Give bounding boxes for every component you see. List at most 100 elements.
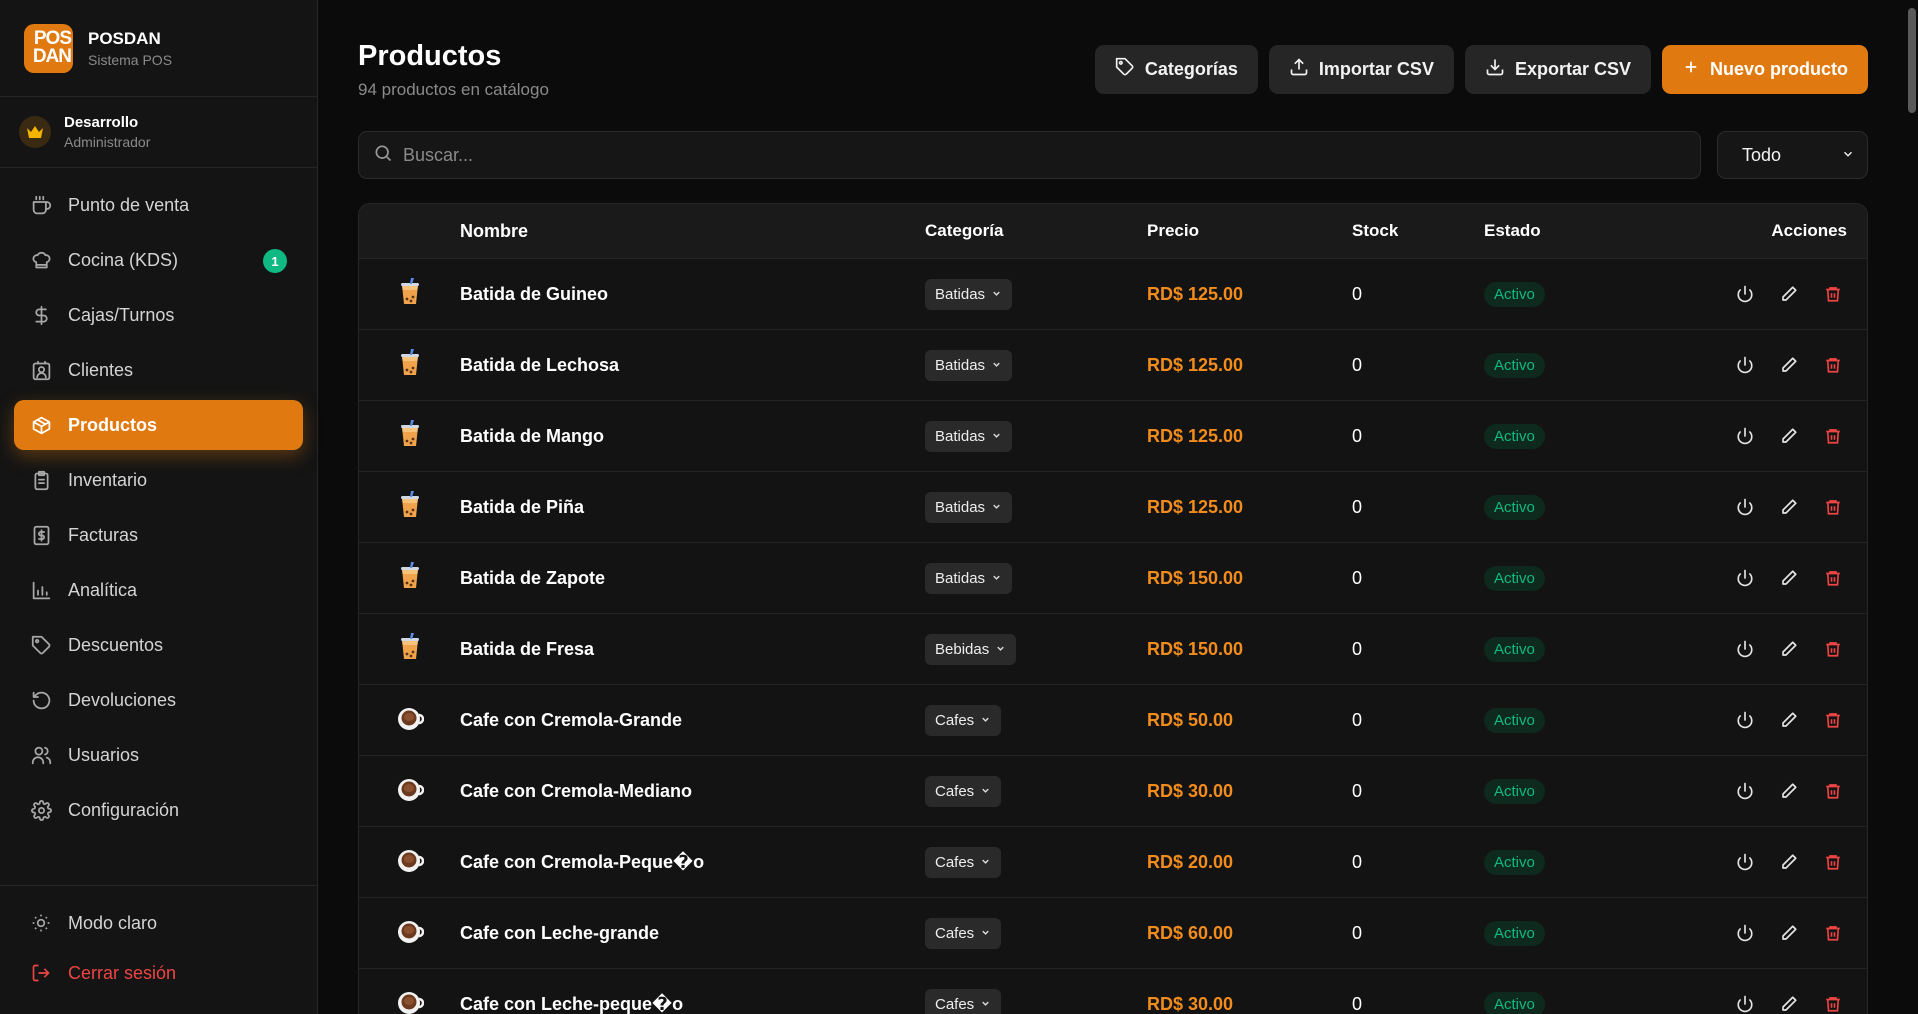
- col-header-price[interactable]: Precio: [1147, 221, 1352, 241]
- power-toggle-icon[interactable]: [1733, 637, 1757, 661]
- power-toggle-icon[interactable]: [1733, 566, 1757, 590]
- col-header-state[interactable]: Estado: [1484, 221, 1664, 241]
- category-dropdown[interactable]: Bebidas: [925, 633, 1017, 665]
- power-toggle-icon[interactable]: [1733, 708, 1757, 732]
- category-dropdown[interactable]: Batidas: [925, 491, 1013, 523]
- table-row[interactable]: Cafe con Cremola-Peque�o Cafes RD$ 20.00 0 A…: [359, 827, 1867, 898]
- sidebar-item-devoluciones[interactable]: Devoluciones: [14, 675, 303, 725]
- edit-pencil-icon[interactable]: [1777, 566, 1801, 590]
- sidebar-item-cocina-kds[interactable]: Cocina (KDS) 1: [14, 235, 303, 285]
- product-price: RD$ 20.00: [1147, 851, 1234, 872]
- edit-pencil-icon[interactable]: [1777, 495, 1801, 519]
- scrollbar-thumb[interactable]: [1908, 8, 1916, 113]
- power-toggle-icon[interactable]: [1733, 353, 1757, 377]
- trash-icon[interactable]: [1821, 495, 1845, 519]
- power-toggle-icon[interactable]: [1733, 424, 1757, 448]
- edit-pencil-icon[interactable]: [1777, 850, 1801, 874]
- table-row[interactable]: Batida de Guineo Batidas RD$ 125.00 0 Activo: [359, 259, 1867, 330]
- table-row[interactable]: Cafe con Cremola-Mediano Cafes RD$ 30.00 0 A…: [359, 756, 1867, 827]
- gear-icon: [30, 799, 52, 821]
- edit-pencil-icon[interactable]: [1777, 708, 1801, 732]
- table-row[interactable]: Batida de Lechosa Batidas RD$ 125.00 0 Activ…: [359, 330, 1867, 401]
- power-toggle-icon[interactable]: [1733, 779, 1757, 803]
- trash-icon[interactable]: [1821, 850, 1845, 874]
- sidebar-item-analitica[interactable]: Analítica: [14, 565, 303, 615]
- sidebar-item-descuentos[interactable]: Descuentos: [14, 620, 303, 670]
- chevron-down-icon: [980, 854, 991, 871]
- table-row[interactable]: Batida de Fresa Bebidas RD$ 150.00 0 Activo: [359, 614, 1867, 685]
- power-toggle-icon[interactable]: [1733, 992, 1757, 1014]
- table-body: Batida de Guineo Batidas RD$ 125.00 0 Activo…: [359, 259, 1867, 1014]
- import-csv-button[interactable]: Importar CSV: [1268, 45, 1454, 94]
- sidebar-item-label: Cajas/Turnos: [68, 304, 175, 325]
- col-header-stock[interactable]: Stock: [1352, 221, 1484, 241]
- trash-icon[interactable]: [1821, 921, 1845, 945]
- theme-toggle-button[interactable]: Modo claro: [14, 900, 303, 946]
- sidebar-item-inventario[interactable]: Inventario: [14, 455, 303, 505]
- edit-pencil-icon[interactable]: [1777, 921, 1801, 945]
- table-row[interactable]: Cafe con Cremola-Grande Cafes RD$ 50.00 0 Ac…: [359, 685, 1867, 756]
- trash-icon[interactable]: [1821, 779, 1845, 803]
- edit-pencil-icon[interactable]: [1777, 637, 1801, 661]
- power-toggle-icon[interactable]: [1733, 921, 1757, 945]
- category-dropdown[interactable]: Batidas: [925, 562, 1013, 594]
- table-row[interactable]: Cafe con Leche-peque�o Cafes RD$ 30.00 0 Act…: [359, 969, 1867, 1014]
- status-badge: Activo: [1484, 565, 1545, 591]
- sidebar-item-punto-de-venta[interactable]: Punto de venta: [14, 180, 303, 230]
- status-badge: Activo: [1484, 494, 1545, 520]
- edit-pencil-icon[interactable]: [1777, 992, 1801, 1014]
- categories-button[interactable]: Categorías: [1094, 45, 1258, 94]
- status-filter-select[interactable]: Todo: [1717, 131, 1868, 179]
- category-label: Cafes: [935, 782, 975, 800]
- chevron-down-icon: [991, 286, 1002, 303]
- edit-pencil-icon[interactable]: [1777, 779, 1801, 803]
- power-toggle-icon[interactable]: [1733, 850, 1757, 874]
- category-dropdown[interactable]: Cafes: [925, 846, 1002, 878]
- table-row[interactable]: Batida de Zapote Batidas RD$ 150.00 0 Activo: [359, 543, 1867, 614]
- power-toggle-icon[interactable]: [1733, 495, 1757, 519]
- col-header-category[interactable]: Categoría: [925, 221, 1147, 241]
- export-csv-button[interactable]: Exportar CSV: [1464, 45, 1651, 94]
- sidebar: POS DAN POSDAN Sistema POS Desarrollo Ad…: [0, 0, 318, 1014]
- page-scrollbar[interactable]: [1906, 0, 1918, 1014]
- sidebar-item-usuarios[interactable]: Usuarios: [14, 730, 303, 780]
- category-dropdown[interactable]: Cafes: [925, 775, 1002, 807]
- sidebar-item-clientes[interactable]: Clientes: [14, 345, 303, 395]
- category-dropdown[interactable]: Batidas: [925, 349, 1013, 381]
- status-badge: Activo: [1484, 423, 1545, 449]
- table-row[interactable]: Batida de Mango Batidas RD$ 125.00 0 Activo: [359, 401, 1867, 472]
- trash-icon[interactable]: [1821, 566, 1845, 590]
- edit-pencil-icon[interactable]: [1777, 282, 1801, 306]
- sidebar-item-label: Productos: [68, 414, 158, 435]
- sidebar-item-configuracion[interactable]: Configuración: [14, 785, 303, 835]
- logout-button[interactable]: Cerrar sesión: [14, 950, 303, 996]
- edit-pencil-icon[interactable]: [1777, 424, 1801, 448]
- chevron-down-icon: [980, 783, 991, 800]
- edit-pencil-icon[interactable]: [1777, 353, 1801, 377]
- new-product-button[interactable]: Nuevo producto: [1662, 45, 1868, 94]
- trash-icon[interactable]: [1821, 424, 1845, 448]
- trash-icon[interactable]: [1821, 637, 1845, 661]
- product-stock: 0: [1352, 354, 1363, 375]
- category-dropdown[interactable]: Cafes: [925, 917, 1002, 949]
- col-header-name[interactable]: Nombre: [460, 221, 925, 242]
- sidebar-item-cajas-turnos[interactable]: Cajas/Turnos: [14, 290, 303, 340]
- trash-icon[interactable]: [1821, 708, 1845, 732]
- category-dropdown[interactable]: Cafes: [925, 988, 1002, 1014]
- sidebar-item-facturas[interactable]: Facturas: [14, 510, 303, 560]
- category-dropdown[interactable]: Batidas: [925, 420, 1013, 452]
- sidebar-item-label: Analítica: [68, 579, 138, 600]
- sidebar-item-label: Configuración: [68, 799, 180, 820]
- sidebar-item-productos[interactable]: Productos: [14, 400, 303, 450]
- rotate-icon: [30, 689, 52, 711]
- table-row[interactable]: Cafe con Leche-grande Cafes RD$ 60.00 0 Acti…: [359, 898, 1867, 969]
- chevron-down-icon: [980, 996, 991, 1013]
- trash-icon[interactable]: [1821, 353, 1845, 377]
- power-toggle-icon[interactable]: [1733, 282, 1757, 306]
- search-input[interactable]: [403, 144, 1700, 166]
- category-dropdown[interactable]: Cafes: [925, 704, 1002, 736]
- trash-icon[interactable]: [1821, 992, 1845, 1014]
- trash-icon[interactable]: [1821, 282, 1845, 306]
- category-dropdown[interactable]: Batidas: [925, 278, 1013, 310]
- table-row[interactable]: Batida de Piña Batidas RD$ 125.00 0 Activo: [359, 472, 1867, 543]
